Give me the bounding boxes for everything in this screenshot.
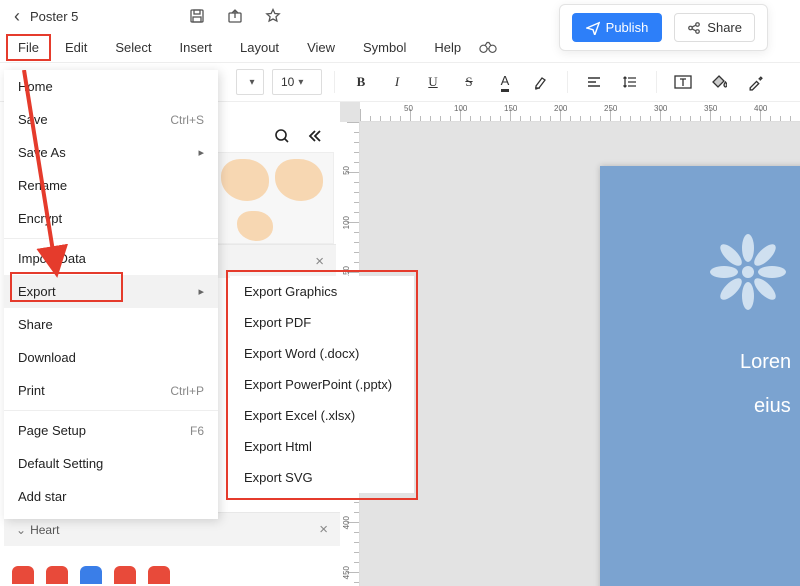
menu-insert[interactable]: Insert [166,34,227,61]
file-menu-print[interactable]: PrintCtrl+P [4,374,218,407]
search-icon[interactable] [274,128,292,146]
poster-text-line: Loren [740,346,791,378]
publish-label: Publish [606,20,649,35]
font-size-select[interactable]: 10▾ [272,69,322,95]
heart-shape-icon[interactable] [114,566,136,584]
export-graphics[interactable]: Export Graphics [230,276,414,307]
close-icon[interactable]: × [315,253,324,270]
file-menu-share[interactable]: Share [4,308,218,341]
heart-shape-icon[interactable] [148,566,170,584]
shape-blob-icon[interactable] [237,211,273,241]
export-excel[interactable]: Export Excel (.xlsx) [230,400,414,431]
send-icon [586,21,600,35]
shape-blob-icon[interactable] [275,159,323,201]
export-svg[interactable]: Export SVG [230,462,414,493]
shape-section-row[interactable]: × [214,244,336,278]
file-menu-export[interactable]: Export▸ [4,275,218,308]
align-button[interactable] [580,68,608,96]
file-menu-rename[interactable]: Rename [4,169,218,202]
ruler-horizontal: 050100150200250300350400450 [360,102,800,122]
file-menu-save-as[interactable]: Save As▸ [4,136,218,169]
line-height-button[interactable] [616,68,644,96]
share-icon [687,21,701,35]
eyedropper-button[interactable] [741,68,769,96]
export-word[interactable]: Export Word (.docx) [230,338,414,369]
fill-button[interactable] [705,68,733,96]
file-menu-import-data[interactable]: Import Data [4,242,218,275]
back-icon[interactable]: ‹ [8,6,26,27]
underline-button[interactable]: U [419,68,447,96]
document-title: Poster 5 [30,9,78,24]
file-menu-default-setting[interactable]: Default Setting [4,447,218,480]
strike-button[interactable]: S [455,68,483,96]
export-pdf[interactable]: Export PDF [230,307,414,338]
star-icon[interactable] [264,7,282,25]
menu-file[interactable]: File [6,34,51,61]
close-icon[interactable]: × [319,521,328,538]
file-menu-page-setup[interactable]: Page SetupF6 [4,414,218,447]
save-icon[interactable] [188,7,206,25]
font-color-button[interactable]: A [491,68,519,96]
poster-page[interactable]: Loren eius [600,166,800,586]
menu-view[interactable]: View [293,34,349,61]
menu-select[interactable]: Select [101,34,165,61]
heart-shape-icon[interactable] [46,566,68,584]
publish-share-panel: Publish Share [559,4,768,51]
file-dropdown-menu: Home SaveCtrl+S Save As▸ Rename Encrypt … [4,70,218,519]
export-submenu: Export Graphics Export PDF Export Word (… [230,276,414,493]
export-up-icon[interactable] [226,7,244,25]
poster-text-line: eius [754,390,791,422]
shape-thumbnails[interactable] [214,152,334,244]
bold-button[interactable]: B [347,68,375,96]
share-label: Share [707,20,742,35]
shape-blob-icon[interactable] [221,159,269,201]
export-powerpoint[interactable]: Export PowerPoint (.pptx) [230,369,414,400]
text-box-button[interactable] [669,68,697,96]
heart-shapes-row [12,566,170,584]
snowflake-icon [708,232,788,312]
menu-help[interactable]: Help [420,34,475,61]
heart-shape-icon[interactable] [12,566,34,584]
heart-shape-icon[interactable] [80,566,102,584]
file-menu-add-star[interactable]: Add star [4,480,218,513]
share-button[interactable]: Share [674,13,755,42]
collapse-icon[interactable] [306,128,324,146]
binoculars-icon[interactable] [479,38,497,56]
file-menu-encrypt[interactable]: Encrypt [4,202,218,235]
publish-button[interactable]: Publish [572,13,663,42]
paragraph-dropdown[interactable]: ▾ [236,69,264,95]
export-html[interactable]: Export Html [230,431,414,462]
file-menu-save[interactable]: SaveCtrl+S [4,103,218,136]
menu-layout[interactable]: Layout [226,34,293,61]
file-menu-download[interactable]: Download [4,341,218,374]
menu-symbol[interactable]: Symbol [349,34,420,61]
italic-button[interactable]: I [383,68,411,96]
font-size-value: 10 [281,75,294,89]
poster-text[interactable]: Loren eius [740,346,791,422]
highlight-button[interactable] [527,68,555,96]
menu-edit[interactable]: Edit [51,34,101,61]
file-menu-home[interactable]: Home [4,70,218,103]
heart-section-label: Heart [30,523,59,537]
